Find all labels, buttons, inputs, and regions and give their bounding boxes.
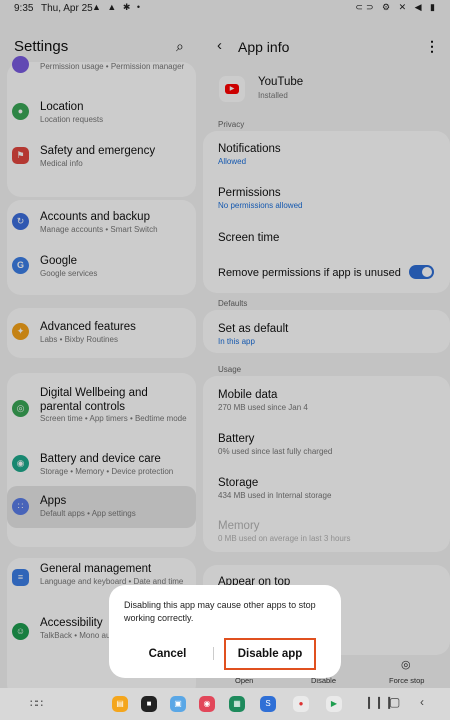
s-app-icon[interactable]: S bbox=[260, 696, 276, 712]
navigation-bar: ∷∷ ▤ ■ ▣ ◉ ▦ S ● ▶ ❙❙❙ ▢ ‹ bbox=[0, 688, 450, 720]
gallery-icon[interactable]: ▣ bbox=[170, 696, 186, 712]
play-store-icon[interactable]: ▶ bbox=[326, 696, 342, 712]
chrome-icon[interactable]: ● bbox=[293, 696, 309, 712]
app-drawer-icon[interactable]: ∷∷ bbox=[30, 697, 43, 710]
camera-icon[interactable]: ◉ bbox=[199, 696, 215, 712]
cancel-button[interactable]: Cancel bbox=[125, 641, 210, 667]
dialog-message: Disabling this app may cause other apps … bbox=[124, 600, 316, 623]
button-divider bbox=[213, 647, 214, 660]
disable-app-button[interactable]: Disable app bbox=[224, 638, 316, 670]
camera-app-icon[interactable]: ■ bbox=[141, 696, 157, 712]
disable-app-dialog: Disabling this app may cause other apps … bbox=[109, 585, 341, 678]
back-icon[interactable]: ‹ bbox=[420, 695, 424, 709]
office-icon[interactable]: ▦ bbox=[229, 696, 245, 712]
my-files-icon[interactable]: ▤ bbox=[112, 696, 128, 712]
home-icon[interactable]: ▢ bbox=[389, 695, 400, 709]
